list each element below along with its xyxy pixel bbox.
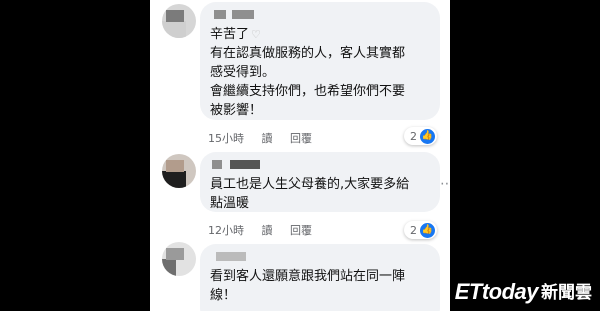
comment-text-line: 員工也是人生父母養的,大家要多給 [210, 177, 410, 192]
commenter-name-redacted[interactable] [210, 250, 428, 264]
comment-bubble: 辛苦了 ♡ 有在認真做服務的人，客人其實都 感受得到。 會繼續支持你們，也希望你們… [200, 2, 440, 120]
comment-meta: 12小時 讀 回覆 [208, 222, 326, 238]
avatar[interactable] [162, 154, 196, 188]
right-black-band [450, 0, 600, 311]
ettoday-watermark: ETtoday 新聞雲 [455, 278, 592, 305]
avatar[interactable] [162, 242, 196, 276]
comment-meta: 15小時 讀 回覆 [208, 130, 326, 146]
reply-link[interactable]: 回覆 [290, 224, 312, 237]
comment-text-line: 感受得到。 [210, 65, 276, 80]
thumbs-up-icon: 👍 [420, 222, 435, 238]
comment-bubble: 看到客人還願意跟我們站在同一陣 線！ [200, 244, 440, 311]
read-link[interactable]: 讀 [262, 224, 273, 237]
timestamp[interactable]: 12小時 [208, 224, 244, 237]
comment-text-line: 被影響！ [210, 103, 263, 118]
reply-link[interactable]: 回覆 [290, 132, 312, 145]
comment-text-line: 會繼續支持你們，也希望你們不要 [210, 84, 406, 99]
left-black-band [0, 0, 150, 311]
read-link[interactable]: 讀 [262, 132, 273, 145]
comment-text-line: 辛苦了 ♡ [210, 27, 261, 42]
reaction-count[interactable]: 2 👍 [404, 221, 437, 239]
reaction-count[interactable]: 2 👍 [404, 127, 437, 145]
comment-text-line: 點溫暖 [210, 196, 250, 211]
thumbs-up-icon: 👍 [420, 128, 435, 144]
commenter-name-redacted[interactable] [210, 158, 428, 172]
more-options-icon[interactable]: ⋯ [440, 176, 450, 192]
comment-text-line: 有在認真做服務的人，客人其實都 [210, 46, 406, 61]
comment-text-line: 看到客人還願意跟我們站在同一陣 [210, 269, 406, 284]
avatar[interactable] [162, 4, 196, 38]
comments-panel: 辛苦了 ♡ 有在認真做服務的人，客人其實都 感受得到。 會繼續支持你們，也希望你們… [150, 0, 450, 311]
comment-bubble: 員工也是人生父母養的,大家要多給 點溫暖 [200, 152, 440, 212]
timestamp[interactable]: 15小時 [208, 132, 244, 145]
watermark-news: 新聞雲 [541, 283, 592, 302]
comment-text-line: 線！ [210, 288, 237, 303]
commenter-name-redacted[interactable] [210, 8, 428, 22]
heart-icon: ♡ [251, 28, 261, 41]
watermark-brand: ETtoday [454, 279, 539, 304]
